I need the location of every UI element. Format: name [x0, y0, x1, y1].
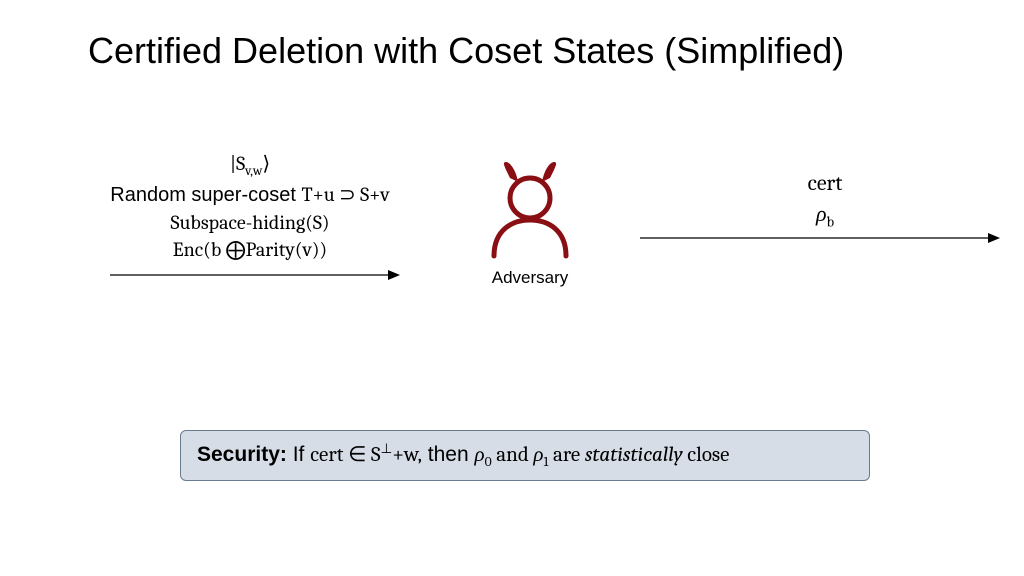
slide-title: Certified Deletion with Coset States (Si…	[88, 28, 844, 73]
security-cert: cert	[310, 443, 343, 467]
enc-line: Enc(b ⨁Parity(v))	[85, 236, 415, 263]
security-perp: ⊥	[381, 442, 393, 457]
rho-symbol: ρ	[816, 201, 827, 227]
security-box: Security: If cert ∈ S⊥+w, then ρ0 and ρ1…	[180, 430, 870, 481]
security-then: then	[422, 443, 475, 466]
arrow-left	[110, 268, 400, 282]
security-statistically: statistically	[585, 443, 683, 467]
state-subscript: v,w	[245, 164, 262, 179]
rho-subscript: b	[827, 213, 834, 230]
arrow-right	[640, 231, 1000, 245]
adversary-label: Adversary	[470, 268, 590, 288]
supercoset-line: Random super-coset T+u ⊃ S+v	[85, 181, 415, 209]
supercoset-prefix: Random super-coset	[110, 184, 301, 206]
labels-right-block: cert ρb	[750, 168, 900, 232]
labels-left-block: |Sv,w⟩ Random super-coset T+u ⊃ S+v Subs…	[85, 150, 415, 263]
security-label: Security:	[197, 443, 287, 466]
security-close: close	[683, 443, 730, 467]
security-zero: 0	[485, 455, 492, 470]
state-label: |Sv,w⟩	[85, 150, 415, 181]
supercoset-math: T+u ⊃ S+v	[301, 183, 389, 206]
security-and: and	[492, 443, 534, 467]
rho-label: ρb	[750, 199, 900, 232]
security-plusw: +w,	[392, 443, 422, 467]
cert-label: cert	[750, 168, 900, 199]
adversary-figure: Adversary	[470, 160, 590, 288]
security-in: ∈ S	[343, 443, 380, 467]
state-suffix: ⟩	[262, 152, 270, 175]
diagram-area: |Sv,w⟩ Random super-coset T+u ⊃ S+v Subs…	[0, 150, 1024, 350]
security-if: If	[287, 443, 310, 466]
security-rho0: ρ	[474, 443, 484, 467]
security-are: are	[548, 443, 584, 467]
security-rho1: ρ	[533, 443, 543, 467]
devil-icon	[480, 160, 580, 260]
state-prefix: |S	[230, 152, 245, 175]
subspace-hiding-line: Subspace-hiding(S)	[85, 209, 415, 236]
